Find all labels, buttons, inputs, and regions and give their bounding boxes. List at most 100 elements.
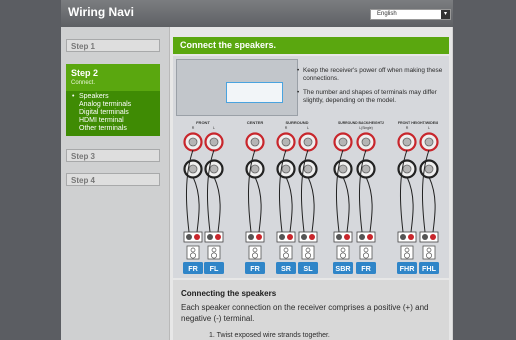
wire <box>285 176 293 233</box>
minus-terminal-icon <box>186 234 192 240</box>
group-surround-l: L <box>307 126 309 130</box>
plus-terminal-icon <box>215 234 221 240</box>
terminal-knob <box>402 137 412 147</box>
sidebar: Step 1 Step 2 Connect. Speakers Analog t… <box>61 27 169 340</box>
speaker-label: FR <box>250 264 260 273</box>
minus-terminal-icon <box>422 234 428 240</box>
group-front-l: L <box>213 126 215 130</box>
terminal-knob <box>250 137 260 147</box>
plus-terminal-icon <box>430 234 436 240</box>
terminal-knob <box>188 137 198 147</box>
wiring-diagram: FRONT R L CENTER SURROUND R L SURROUND B… <box>183 120 439 274</box>
speaker-column: FHL <box>419 132 439 274</box>
speaker-label: SBR <box>335 264 351 273</box>
group-front-height-r: R <box>406 126 409 130</box>
group-label-surround-back: SURROUND BACK/HEIGHT2 <box>338 121 384 125</box>
chevron-down-icon[interactable]: ▾ <box>441 10 450 19</box>
plus-terminal-icon <box>194 234 200 240</box>
terminal-knob <box>338 137 348 147</box>
terminal-knob <box>338 164 348 174</box>
wire <box>213 176 221 233</box>
speaker-label: SR <box>281 264 292 273</box>
group-label-front-height: FRONT HEIGHT/WIDE/8 <box>398 121 438 125</box>
content-heading: Connect the speakers. <box>173 37 449 54</box>
terminal-knob <box>303 137 313 147</box>
terminal-knob <box>303 164 313 174</box>
group-label-front: FRONT <box>196 120 210 125</box>
plus-terminal-icon <box>287 234 293 240</box>
speaker-label: FR <box>188 264 198 273</box>
speaker-column: FR <box>183 132 203 274</box>
minus-terminal-icon <box>207 234 213 240</box>
step-3-button[interactable]: Step 3 <box>66 149 160 162</box>
plus-terminal-icon <box>256 234 262 240</box>
terminal-knob <box>402 164 412 174</box>
step-1-button[interactable]: Step 1 <box>66 39 160 52</box>
terminal-knob <box>188 164 198 174</box>
sidebar-item-speakers[interactable]: Speakers <box>72 93 154 101</box>
terminal-knob <box>209 164 219 174</box>
speaker-column: SR <box>276 132 296 274</box>
minus-terminal-icon <box>301 234 307 240</box>
sidebar-item-analog-terminals[interactable]: Analog terminals <box>72 101 154 109</box>
group-surround-r: R <box>285 126 288 130</box>
section-body: Each speaker connection on the receiver … <box>181 303 429 323</box>
speaker-column: FR <box>356 132 376 274</box>
wire <box>406 176 414 233</box>
sidebar-item-digital-terminals[interactable]: Digital terminals <box>72 109 154 117</box>
wire <box>428 176 436 233</box>
wire <box>254 176 262 233</box>
terminal-knob <box>361 137 371 147</box>
plus-terminal-icon <box>344 234 350 240</box>
terminal-knob <box>250 164 260 174</box>
group-front-height-l: L <box>428 126 430 130</box>
terminal-knob <box>361 164 371 174</box>
step-4-button[interactable]: Step 4 <box>66 173 160 186</box>
wire <box>365 176 373 233</box>
app-title: Wiring Navi <box>68 5 134 19</box>
step-2-subtitle: Connect. <box>71 80 96 86</box>
plus-terminal-icon <box>408 234 414 240</box>
speaker-label: FR <box>361 264 371 273</box>
content-panel: Connect the speakers. • Keep the receive… <box>169 27 452 340</box>
language-select[interactable]: English ▾ <box>370 9 451 20</box>
minus-terminal-icon <box>400 234 406 240</box>
wire <box>342 176 350 233</box>
speaker-column: FR <box>245 132 265 274</box>
terminal-knob <box>281 137 291 147</box>
wiring-illustration: • Keep the receiver's power off when mak… <box>173 56 449 278</box>
terminal-knob <box>424 137 434 147</box>
minus-terminal-icon <box>359 234 365 240</box>
sidebar-item-other-terminals[interactable]: Other terminals <box>72 125 154 133</box>
minus-terminal-icon <box>336 234 342 240</box>
speaker-column: SL <box>298 132 318 274</box>
speaker-label: FHL <box>422 264 437 273</box>
step-2-title: Step 2 <box>71 68 99 78</box>
speaker-label: SL <box>303 264 313 273</box>
language-selected-value: English <box>377 11 397 17</box>
app-window: Wiring Navi English ▾ Step 1 Step 2 Conn… <box>61 0 453 340</box>
group-label-surround: SURROUND <box>285 120 308 125</box>
plus-terminal-icon <box>367 234 373 240</box>
speaker-columns: FR FL FR SR SL SBR FR FHR FHL <box>183 132 439 274</box>
group-front-r: R <box>192 126 195 130</box>
sidebar-item-hdmi-terminal[interactable]: HDMI terminal <box>72 117 154 125</box>
group-surround-back-extra: L(Single) <box>359 126 373 130</box>
instructions-panel: Connecting the speakers Each speaker con… <box>173 280 449 340</box>
step-2-panel[interactable]: Step 2 Connect. Speakers Analog terminal… <box>66 64 160 136</box>
wire <box>307 176 315 233</box>
group-labels: FRONT R L CENTER SURROUND R L SURROUND B… <box>192 120 438 130</box>
plus-terminal-icon <box>309 234 315 240</box>
speaker-column: SBR <box>333 132 353 274</box>
speaker-label: FHR <box>400 264 416 273</box>
section-title: Connecting the speakers <box>181 289 277 298</box>
terminal-knob <box>424 164 434 174</box>
speaker-column: FHR <box>397 132 417 274</box>
speaker-label: FL <box>210 264 219 273</box>
minus-terminal-icon <box>279 234 285 240</box>
step-2-submenu: Speakers Analog terminals Digital termin… <box>66 91 160 136</box>
minus-terminal-icon <box>248 234 254 240</box>
terminal-knob <box>209 137 219 147</box>
speaker-column: FL <box>204 132 224 274</box>
terminal-knob <box>281 164 291 174</box>
